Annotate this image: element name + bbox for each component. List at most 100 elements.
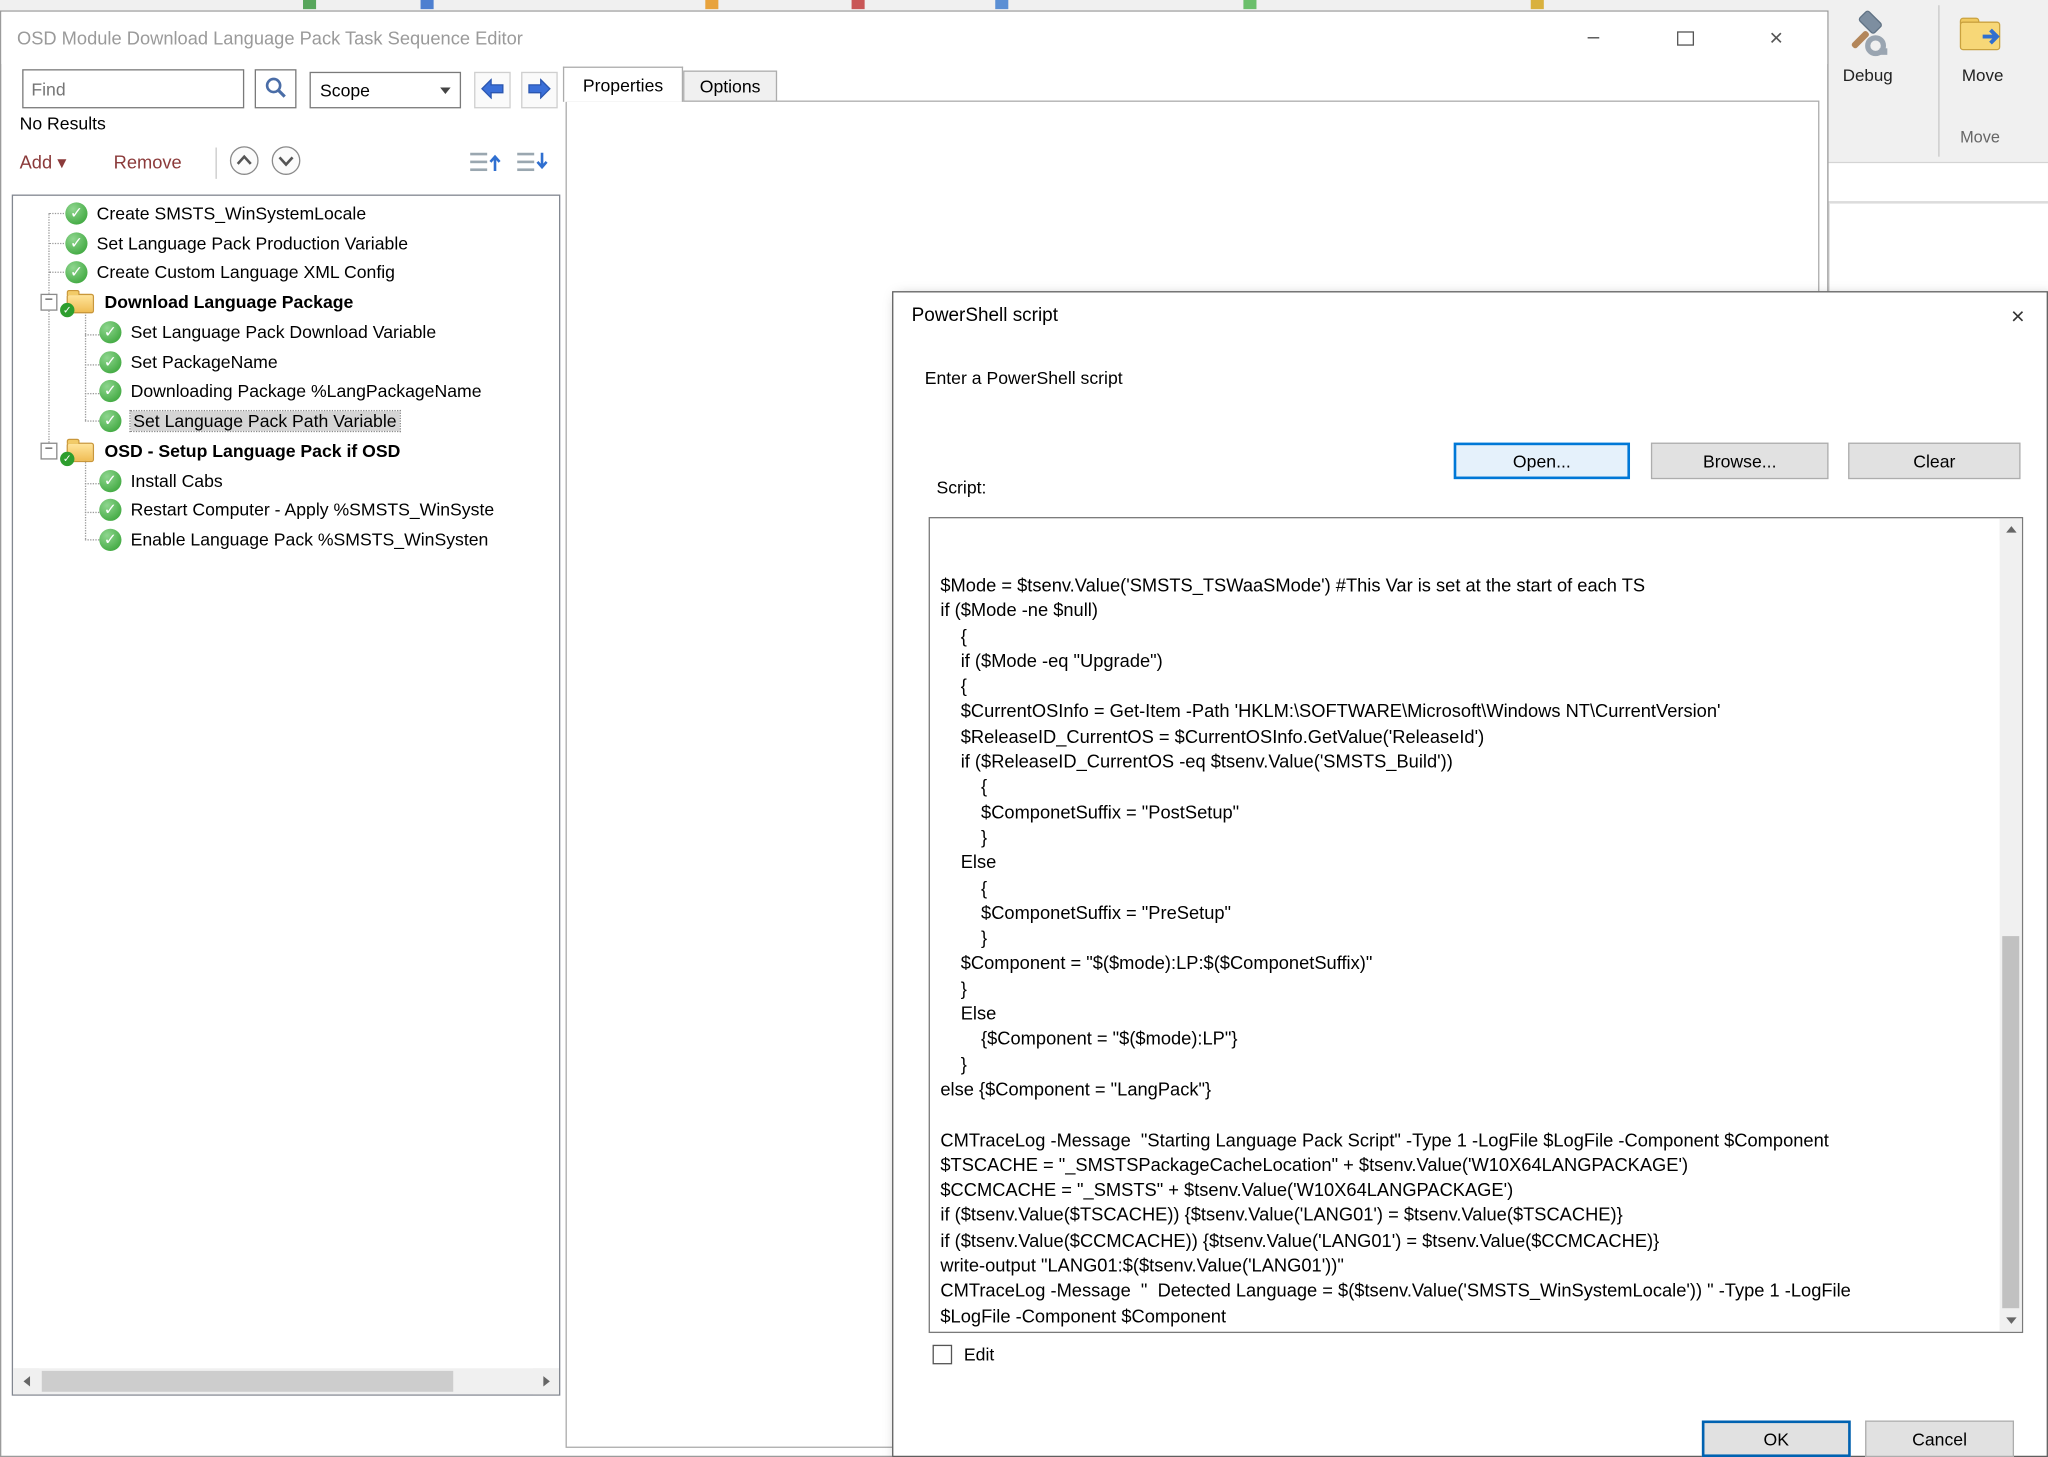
ribbon-lower-area <box>1829 163 2048 203</box>
browse-button[interactable]: Browse... <box>1651 443 1829 480</box>
scroll-left-button[interactable] <box>13 1368 39 1394</box>
tree-item[interactable]: ✓ Set Language Pack Production Variable <box>13 230 408 257</box>
clipped-toolbar-icon <box>852 0 865 9</box>
move-group-caption: Move <box>1941 128 2019 146</box>
tree-item[interactable]: ✓ Set Language Pack Download Variable <box>13 319 436 346</box>
success-check-icon: ✓ <box>65 232 87 254</box>
script-text[interactable]: $Mode = $tsenv.Value('SMSTS_TSWaaSMode')… <box>940 573 1985 1328</box>
clipped-toolbar-icon <box>1531 0 1544 9</box>
collapse-expander-icon[interactable]: − <box>40 443 57 460</box>
ribbon-group-separator <box>1938 5 1939 156</box>
minimize-button[interactable]: – <box>1571 20 1615 57</box>
chevron-down-icon <box>440 87 450 94</box>
arrow-right-icon <box>526 78 552 103</box>
tree-item[interactable]: ✓ Enable Language Pack %SMSTS_WinSysten <box>13 526 488 553</box>
tree-item-selected[interactable]: ✓ Set Language Pack Path Variable <box>13 407 399 434</box>
tree-item-label: Create Custom Language XML Config <box>97 262 395 282</box>
find-input[interactable] <box>22 69 244 108</box>
dialog-prompt: Enter a PowerShell script <box>925 368 1123 388</box>
success-check-icon: ✓ <box>99 499 121 521</box>
scroll-down-button[interactable] <box>2000 1310 2022 1332</box>
scroll-up-button[interactable] <box>2000 518 2022 540</box>
maximize-button[interactable] <box>1663 20 1707 57</box>
scrollbar-thumb[interactable] <box>2002 936 2019 1308</box>
tree-item[interactable]: ✓ Create Custom Language XML Config <box>13 259 395 286</box>
dialog-close-button[interactable]: × <box>1997 298 2039 335</box>
move-step-down-button[interactable] <box>270 145 301 176</box>
move-icon[interactable] <box>1954 5 2011 64</box>
add-button-label: Add <box>20 151 53 172</box>
search-icon <box>264 75 288 102</box>
tree-item[interactable]: ✓ Downloading Package %LangPackageName <box>13 377 481 404</box>
script-vertical-scrollbar[interactable] <box>2000 518 2022 1331</box>
success-check-icon: ✓ <box>99 410 121 432</box>
clipped-toolbar-icon <box>995 0 1008 9</box>
success-check-icon: ✓ <box>99 351 121 373</box>
tree-item-label: Set Language Pack Download Variable <box>131 322 437 342</box>
screen: Debug Move Move OSD Module Download Lang… <box>0 0 2048 1457</box>
collapse-expander-icon[interactable]: − <box>40 294 57 311</box>
debug-tools-icon[interactable] <box>1844 10 1888 64</box>
add-button[interactable]: Add ▾ <box>20 151 67 173</box>
success-check-icon: ✓ <box>99 529 121 551</box>
window-titlebar[interactable]: OSD Module Download Language Pack Task S… <box>1 12 1827 64</box>
triangle-up-icon <box>2006 526 2016 533</box>
cancel-button[interactable]: Cancel <box>1865 1420 2014 1457</box>
tree-item[interactable]: ✓ Set PackageName <box>13 349 278 376</box>
no-results-text: No Results <box>20 114 106 134</box>
clipped-toolbar-icon <box>705 0 718 9</box>
triangle-down-icon <box>2006 1317 2016 1324</box>
clipped-toolbar-icon <box>1243 0 1256 9</box>
edit-checkbox-label: Edit <box>964 1345 994 1365</box>
tree-group-label: Download Language Package <box>104 292 353 312</box>
edit-checkbox[interactable] <box>933 1345 953 1365</box>
ok-button[interactable]: OK <box>1702 1420 1851 1457</box>
expand-all-icon[interactable] <box>469 149 503 179</box>
success-check-icon: ✓ <box>65 261 87 283</box>
tree-item-label: Create SMSTS_WinSystemLocale <box>97 204 366 224</box>
maximize-icon <box>1676 31 1693 45</box>
find-previous-button[interactable] <box>474 72 511 109</box>
tree-horizontal-scrollbar[interactable] <box>13 1368 559 1394</box>
close-button[interactable]: × <box>1754 20 1798 57</box>
clear-button[interactable]: Clear <box>1848 443 2020 480</box>
triangle-right-icon <box>543 1376 550 1386</box>
collapse-all-icon[interactable] <box>516 149 550 179</box>
scrollbar-thumb[interactable] <box>42 1371 453 1392</box>
ribbon-fragment: Debug Move Move <box>1829 0 2048 204</box>
tree-item-label: Install Cabs <box>131 471 223 491</box>
tree-group[interactable]: − ✓ Download Language Package <box>13 289 353 316</box>
script-label: Script: <box>936 478 986 498</box>
tree-item-label: Set Language Pack Path Variable <box>131 411 400 431</box>
scope-dropdown-value: Scope <box>320 80 370 100</box>
remove-button[interactable]: Remove <box>114 151 182 172</box>
open-button[interactable]: Open... <box>1454 443 1630 480</box>
tree-item-label: Restart Computer - Apply %SMSTS_WinSyste <box>131 500 495 520</box>
debug-button[interactable]: Debug <box>1831 65 1904 85</box>
tab-options[interactable]: Options <box>683 71 777 102</box>
move-step-up-button[interactable] <box>229 145 260 176</box>
success-check-icon: ✓ <box>99 321 121 343</box>
triangle-left-icon <box>23 1376 30 1386</box>
tree-item[interactable]: ✓ Create SMSTS_WinSystemLocale <box>13 200 366 227</box>
scope-dropdown[interactable]: Scope <box>310 72 462 109</box>
tab-properties[interactable]: Properties <box>563 67 683 102</box>
success-check-icon: ✓ <box>99 380 121 402</box>
tree-item-label: Set Language Pack Production Variable <box>97 234 408 254</box>
scroll-right-button[interactable] <box>533 1368 559 1394</box>
tree-group[interactable]: − ✓ OSD - Setup Language Pack if OSD <box>13 437 400 464</box>
tree-item-label: Downloading Package %LangPackageName <box>131 381 482 401</box>
tree-group-label: OSD - Setup Language Pack if OSD <box>104 441 400 461</box>
powershell-script-dialog: PowerShell script × Enter a PowerShell s… <box>892 291 2048 1457</box>
tree-item[interactable]: ✓ Install Cabs <box>13 467 223 494</box>
search-button[interactable] <box>255 69 297 108</box>
move-button[interactable]: Move <box>1951 65 2014 85</box>
tree-item[interactable]: ✓ Restart Computer - Apply %SMSTS_WinSys… <box>13 496 494 523</box>
clipped-toolbar-icon <box>421 0 434 9</box>
window-title: OSD Module Download Language Pack Task S… <box>17 12 523 64</box>
add-caret-icon: ▾ <box>57 151 66 172</box>
clipped-toolbar-icon <box>303 0 316 9</box>
script-editor[interactable]: $Mode = $tsenv.Value('SMSTS_TSWaaSMode')… <box>929 517 2024 1333</box>
find-next-button[interactable] <box>521 72 558 109</box>
success-check-icon: ✓ <box>60 452 74 466</box>
